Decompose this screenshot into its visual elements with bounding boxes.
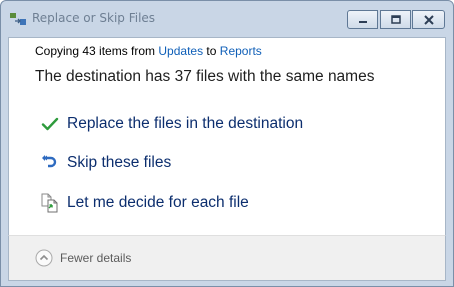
skip-files-option[interactable]: Skip these files	[39, 150, 171, 176]
conflict-headline: The destination has 37 files with the sa…	[35, 68, 375, 85]
chevron-up-icon	[35, 249, 53, 267]
destination-folder-link[interactable]: Reports	[220, 44, 262, 58]
dialog-footer: Fewer details	[8, 235, 446, 281]
window-title: Replace or Skip Files	[32, 11, 156, 25]
replace-files-option[interactable]: Replace the files in the destination	[39, 111, 303, 137]
maximize-button[interactable]	[380, 10, 411, 29]
minimize-icon	[358, 20, 367, 23]
decide-each-file-label: Let me decide for each file	[67, 194, 249, 211]
fewer-details-toggle[interactable]: Fewer details	[35, 249, 131, 267]
copy-summary-mid: to	[203, 44, 220, 58]
copy-summary-prefix: Copying 43 items from	[35, 44, 159, 58]
compare-files-icon	[39, 192, 61, 214]
skip-arrow-icon	[39, 152, 61, 174]
source-folder-link[interactable]: Updates	[158, 44, 203, 58]
fewer-details-label: Fewer details	[60, 251, 132, 265]
replace-skip-dialog: Replace or Skip Files Copying 43 items f…	[0, 0, 454, 287]
replace-files-label: Replace the files in the destination	[67, 115, 304, 132]
dialog-content: Copying 43 items from Updates to Reports…	[8, 37, 446, 235]
decide-each-file-option[interactable]: Let me decide for each file	[39, 190, 249, 216]
checkmark-icon	[39, 113, 61, 135]
copy-files-icon	[10, 13, 26, 25]
close-button[interactable]	[412, 10, 445, 29]
close-icon	[423, 14, 434, 25]
minimize-button[interactable]	[347, 10, 378, 29]
maximize-icon	[390, 14, 401, 24]
copy-summary: Copying 43 items from Updates to Reports	[35, 44, 262, 58]
skip-files-label: Skip these files	[67, 154, 172, 171]
title-bar[interactable]: Replace or Skip Files	[1, 1, 453, 37]
